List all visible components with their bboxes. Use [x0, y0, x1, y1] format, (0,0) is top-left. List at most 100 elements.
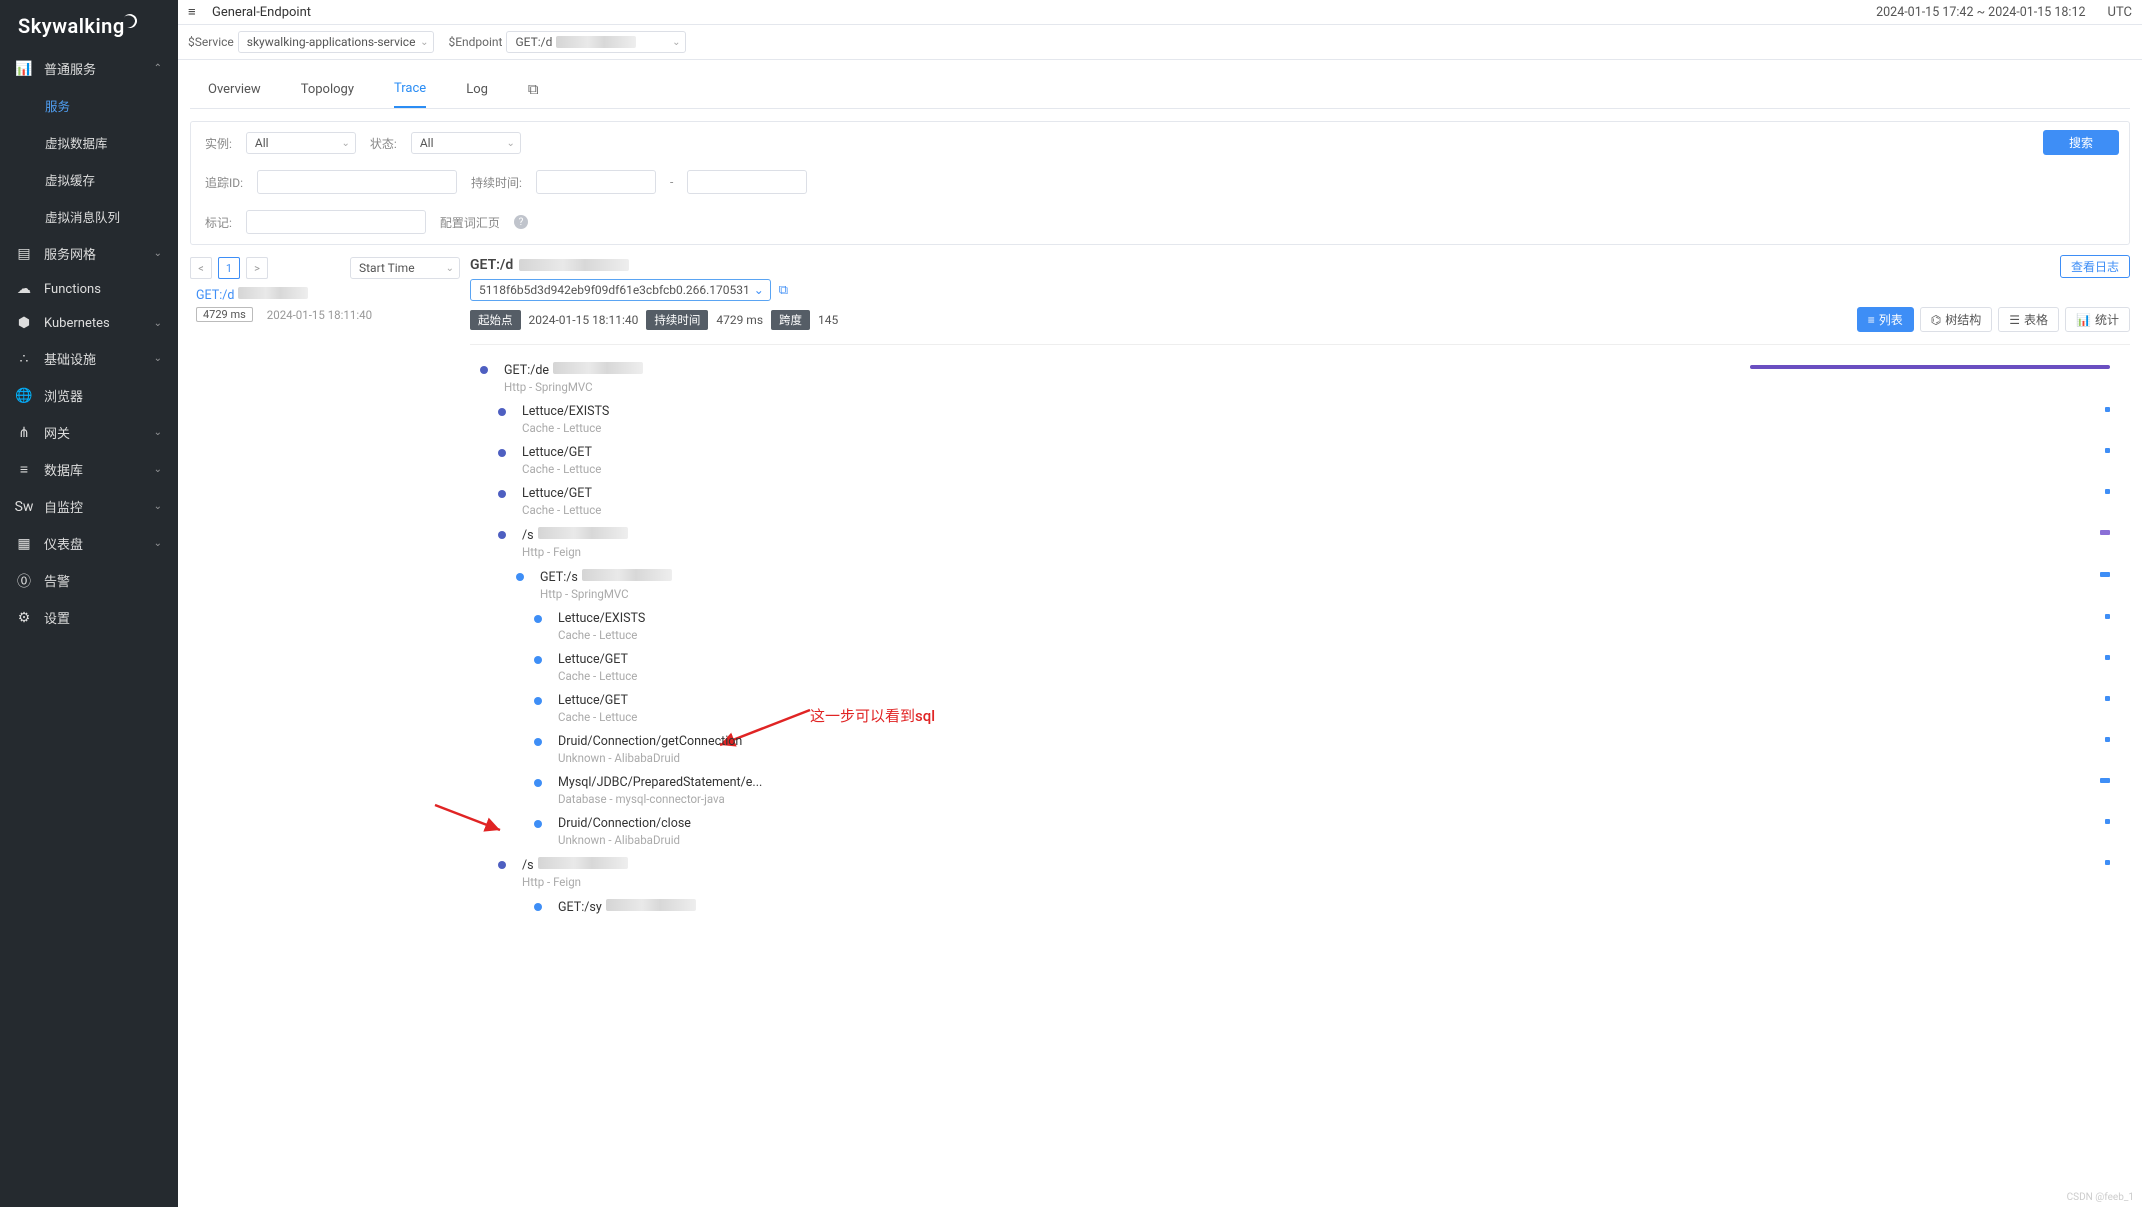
pager-next[interactable]: >: [246, 257, 268, 279]
span-duration-bar: [2105, 696, 2110, 701]
view-log-button[interactable]: 查看日志: [2060, 255, 2130, 278]
view-table-button[interactable]: ☰ 表格: [1998, 307, 2059, 332]
collapse-icon[interactable]: ≡: [188, 4, 204, 20]
sidebar-label: 服务网格: [44, 244, 96, 263]
filter-panel: 实例: All 状态: All 追踪ID: 持续时间: - 标记: 配置词汇页 …: [190, 121, 2130, 245]
tab-topology[interactable]: Topology: [301, 72, 354, 107]
service-value: skywalking-applications-service: [247, 35, 416, 49]
span-row[interactable]: GET:/sy: [470, 894, 2130, 922]
span-row[interactable]: Lettuce/GET Cache - Lettuce: [470, 647, 2130, 688]
tab-log[interactable]: Log: [466, 72, 488, 107]
span-row[interactable]: GET:/sHttp - SpringMVC: [470, 564, 2130, 606]
page-title: General-Endpoint: [212, 5, 311, 20]
span-row[interactable]: Mysql/JDBC/PreparedStatement/e...Databas…: [470, 770, 2130, 811]
sidebar-item-cloud[interactable]: ☁Functions: [0, 272, 178, 306]
endpoint-selector[interactable]: GET:/d: [506, 31, 686, 53]
span-row[interactable]: /sHttp - Feign: [470, 852, 2130, 894]
trace-list-item[interactable]: GET:/d 4729 ms 2024-01-15 18:11:40: [190, 279, 460, 330]
sidebar-item-db[interactable]: ≡数据库⌄: [0, 451, 178, 488]
duration-max-input[interactable]: [687, 170, 807, 194]
span-row[interactable]: GET:/deHttp - SpringMVC: [470, 357, 2130, 399]
dash-icon: ▦: [16, 536, 32, 552]
span-component: Http - SpringMVC: [504, 380, 643, 394]
sidebar-item-globe[interactable]: 🌐浏览器: [0, 377, 178, 414]
span-row[interactable]: Lettuce/GETCache - Lettuce: [470, 688, 2130, 729]
span-component: Cache - Lettuce: [558, 669, 637, 683]
time-range[interactable]: 2024-01-15 17:42 ~ 2024-01-15 18:12: [1876, 5, 2085, 20]
sidebar: Skywalking 📊普通服务⌃服务虚拟数据库虚拟缓存虚拟消息队列▤服务网格⌄…: [0, 0, 178, 1207]
span-duration-bar: [2105, 448, 2110, 453]
copy-icon[interactable]: ⧉: [779, 283, 788, 298]
chevron-icon: ⌄: [154, 427, 162, 438]
sidebar-label: 仪表盘: [44, 534, 83, 553]
pager-prev[interactable]: <: [190, 257, 212, 279]
k8s-icon: ⬢: [16, 315, 32, 331]
span-dot-icon: [534, 697, 542, 705]
tab-trace[interactable]: Trace: [394, 71, 426, 108]
sidebar-item-chart[interactable]: 📊普通服务⌃: [0, 50, 178, 87]
help-icon[interactable]: ?: [514, 215, 528, 229]
sidebar-item-alert[interactable]: ⓪告警: [0, 562, 178, 599]
sidebar-subitem[interactable]: 虚拟数据库: [0, 124, 178, 161]
span-duration-bar: [2105, 489, 2110, 494]
blurred-text: [606, 899, 696, 911]
traceid-input[interactable]: [257, 170, 457, 194]
search-button[interactable]: 搜索: [2043, 130, 2119, 155]
tab-overview[interactable]: Overview: [208, 72, 261, 107]
sidebar-item-dash[interactable]: ▦ 仪表盘 ⌄: [0, 525, 178, 562]
trace-item-name: GET:/d: [196, 288, 234, 303]
span-row[interactable]: Druid/Connection/getConnectionUnknown - …: [470, 729, 2130, 770]
view-stats-button[interactable]: 📊 统计: [2065, 307, 2130, 332]
status-select[interactable]: All: [411, 132, 521, 154]
tab-copy[interactable]: ⧉: [528, 70, 539, 108]
sidebar-item-sw[interactable]: Sw自监控⌄: [0, 488, 178, 525]
endpoint-label: $Endpoint: [448, 35, 502, 49]
logo: Skywalking: [0, 0, 178, 50]
watermark: CSDN @feeb_1: [2067, 1192, 2134, 1203]
sidebar-label: Functions: [44, 282, 101, 297]
sidebar-subitem[interactable]: 虚拟消息队列: [0, 198, 178, 235]
span-name: Lettuce/GET: [558, 652, 637, 667]
sort-select[interactable]: Start Time: [350, 257, 460, 279]
view-list-button[interactable]: ≡ 列表: [1857, 307, 1914, 332]
instance-label: 实例:: [205, 135, 232, 152]
sidebar-item-k8s[interactable]: ⬢Kubernetes⌄: [0, 306, 178, 340]
tags-input[interactable]: [246, 210, 426, 234]
view-tree-button[interactable]: ⌬ 树结构: [1920, 307, 1993, 332]
spancount-badge: 跨度: [771, 310, 810, 330]
duration-label: 持续时间:: [471, 174, 522, 191]
pager-current[interactable]: 1: [218, 257, 240, 279]
sidebar-item-gear[interactable]: ⚙设置: [0, 599, 178, 636]
span-name: Druid/Connection/close: [558, 816, 691, 831]
view-stats-label: 统计: [2095, 311, 2119, 328]
span-row[interactable]: Lettuce/GETCache - Lettuce: [470, 440, 2130, 481]
chevron-icon: ⌄: [154, 318, 162, 329]
blurred-text: [556, 36, 636, 48]
span-name: GET:/s: [540, 569, 672, 585]
service-label: $Service: [188, 35, 234, 49]
instance-select[interactable]: All: [246, 132, 356, 154]
sidebar-item-mesh[interactable]: ▤服务网格⌄: [0, 235, 178, 272]
span-row[interactable]: Lettuce/EXISTSCache - Lettuce: [470, 606, 2130, 647]
span-row[interactable]: /sHttp - Feign: [470, 522, 2130, 564]
duration-min-input[interactable]: [536, 170, 656, 194]
traceid-select[interactable]: 5118f6b5d3d942eb9f09df61e3cbfcb0.266.170…: [470, 279, 771, 301]
span-name: /s: [522, 527, 628, 543]
trace-item-time: 2024-01-15 18:11:40: [267, 308, 372, 322]
sidebar-subitem[interactable]: 虚拟缓存: [0, 161, 178, 198]
service-selector[interactable]: skywalking-applications-service: [238, 31, 435, 53]
sidebar-item-infra[interactable]: ∴基础设施⌄: [0, 340, 178, 377]
traceid-value: 5118f6b5d3d942eb9f09df61e3cbfcb0.266.170…: [479, 283, 750, 297]
span-dot-icon: [534, 903, 542, 911]
sidebar-subitem[interactable]: 服务: [0, 87, 178, 124]
chevron-icon: ⌄: [154, 538, 162, 549]
view-list-label: 列表: [1879, 311, 1903, 328]
globe-icon: 🌐: [16, 388, 32, 404]
trace-list-panel: < 1 > Start Time GET:/d 4729 ms 2024-01-…: [190, 257, 460, 922]
chevron-icon: ⌄: [154, 353, 162, 364]
span-row[interactable]: Druid/Connection/closeUnknown - AlibabaD…: [470, 811, 2130, 852]
vocab-link[interactable]: 配置词汇页: [440, 214, 500, 231]
sidebar-item-gateway[interactable]: ⋔网关⌄: [0, 414, 178, 451]
span-row[interactable]: Lettuce/EXISTSCache - Lettuce: [470, 399, 2130, 440]
span-row[interactable]: Lettuce/GETCache - Lettuce: [470, 481, 2130, 522]
